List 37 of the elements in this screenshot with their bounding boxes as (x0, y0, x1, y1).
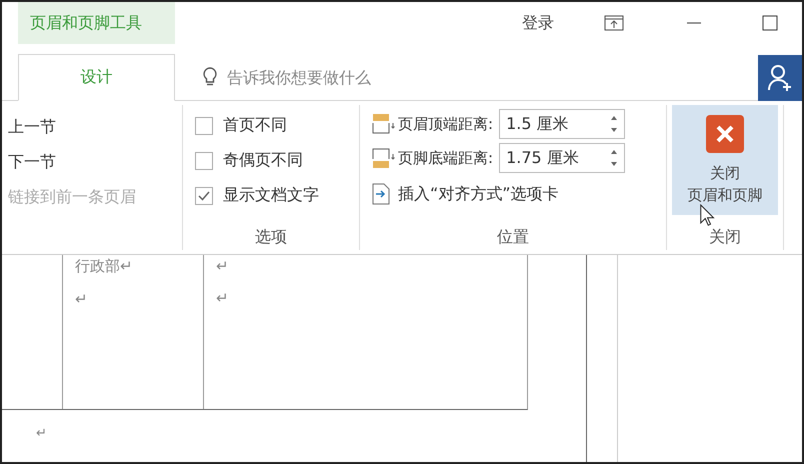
checkbox-label: 首页不同 (223, 115, 287, 136)
group-label: 位置 (496, 227, 530, 248)
checkbox[interactable] (195, 186, 213, 204)
ribbon-display-icon[interactable] (604, 15, 624, 31)
checkmark-icon (197, 188, 211, 202)
paragraph-mark: ↵ (36, 426, 48, 441)
group-label: 关闭 (709, 227, 741, 248)
insert-alignment-tab-command[interactable]: 插入“对齐方式”选项卡 (372, 183, 666, 205)
header-margin-icon (372, 113, 396, 135)
checkbox-label: 显示文档文字 (223, 185, 319, 206)
ribbon-tab[interactable]: 设计 (18, 54, 175, 101)
sign-in-link[interactable]: 登录 (522, 12, 554, 34)
tell-me-field[interactable]: 告诉我你想要做什么 (225, 66, 489, 88)
insert-page-icon (372, 183, 390, 205)
lightbulb-icon (203, 67, 217, 87)
mouse-cursor-icon (700, 204, 715, 227)
maximize-icon[interactable] (762, 15, 778, 31)
table-cell-text: 行政部↵ (75, 257, 134, 276)
table-cell-text: ↵ (75, 290, 89, 308)
context-tab-label: 页眉和页脚工具 (18, 2, 175, 44)
add-person-icon (767, 64, 793, 92)
close-header-footer-button[interactable]: 关闭 页眉和页脚 (672, 105, 778, 215)
checkbox-label: 奇偶页不同 (223, 150, 303, 171)
table-cell-text: ↵ (216, 289, 230, 307)
group-label: 选项 (254, 227, 288, 248)
spin-field[interactable]: 1.75 厘米 (499, 143, 626, 173)
checkbox[interactable] (195, 116, 213, 134)
field-label: 页脚底端距离: (398, 148, 494, 168)
field-label: 页眉顶端距离: (398, 114, 494, 134)
footer-margin-icon (372, 147, 396, 169)
checkbox[interactable] (195, 152, 213, 170)
navigation-command[interactable]: 上一节 (2, 117, 182, 138)
close-icon (706, 115, 744, 153)
share-button[interactable] (758, 55, 802, 101)
table-cell-text: ↵ (216, 257, 230, 275)
navigation-command[interactable]: 下一节 (2, 152, 182, 173)
spin-field[interactable]: 1.5 厘米 (499, 109, 626, 139)
